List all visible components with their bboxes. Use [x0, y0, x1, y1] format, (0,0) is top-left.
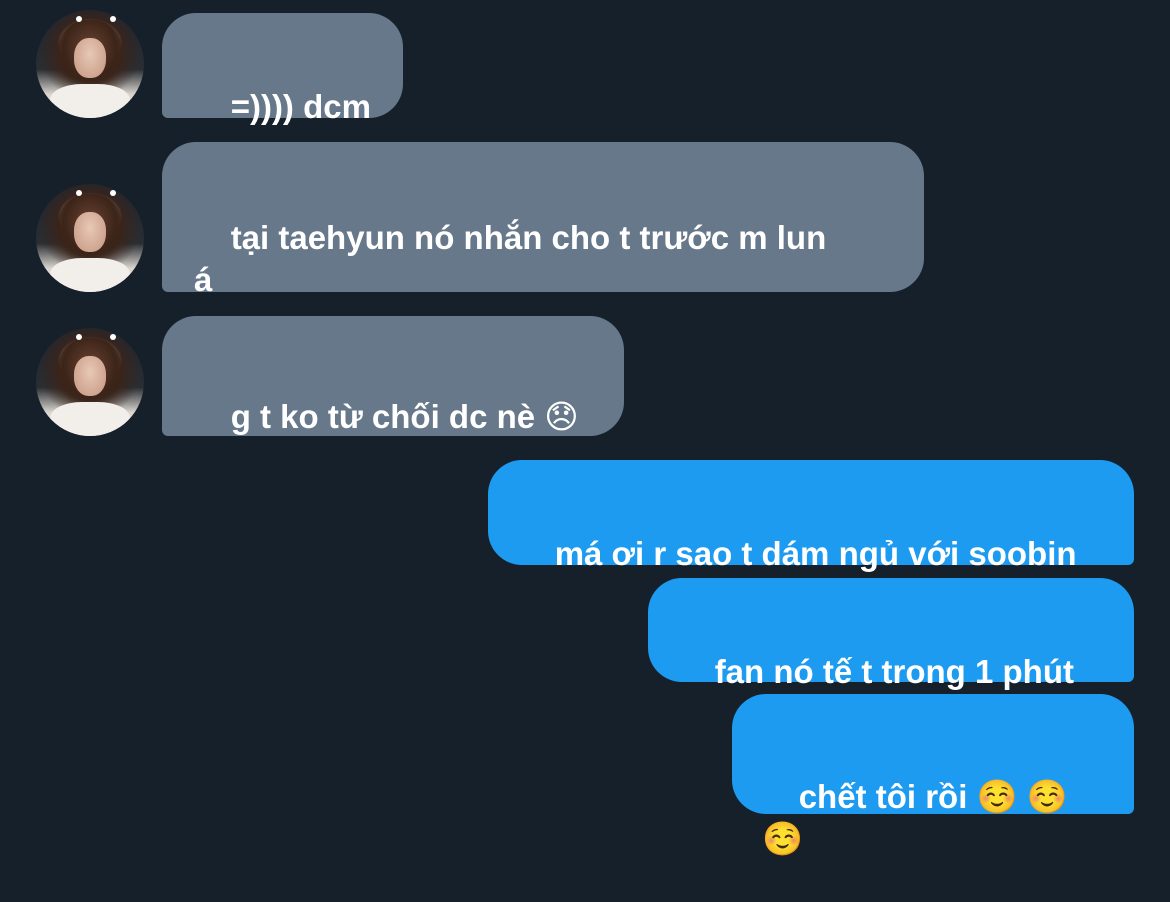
hair-clip — [110, 190, 116, 196]
avatar[interactable] — [36, 328, 144, 436]
outgoing-message-bubble[interactable]: má ơi r sao t dám ngủ với soobin — [488, 460, 1134, 572]
avatar-shirt — [50, 402, 130, 436]
outgoing-message-bubble[interactable]: chết tôi rồi ☺️ ☺️ ☺️ — [732, 694, 1134, 857]
message-text: =)))) dcm — [230, 88, 371, 125]
avatar-face — [74, 356, 106, 396]
avatar[interactable] — [36, 10, 144, 118]
avatar[interactable] — [36, 184, 144, 292]
avatar-face — [74, 38, 106, 78]
outgoing-message-bubble[interactable]: fan nó tế t trong 1 phút — [648, 578, 1134, 690]
hair-clip — [76, 190, 82, 196]
chat-thread: =)))) dcm tại taehyun nó nhắn cho t trướ… — [0, 0, 1170, 857]
avatar-face — [74, 212, 106, 252]
incoming-message-bubble[interactable]: =)))) dcm — [162, 13, 403, 125]
avatar-shirt — [50, 258, 130, 292]
hair-clip — [76, 334, 82, 340]
hair-clip — [110, 334, 116, 340]
message-text: tại taehyun nó nhắn cho t trước m lun á — [194, 219, 827, 298]
hair-clip — [76, 16, 82, 22]
incoming-message-bubble[interactable]: g t ko từ chối dc nè 😞 — [162, 316, 624, 436]
hair-clip — [110, 16, 116, 22]
incoming-message-bubble[interactable]: tại taehyun nó nhắn cho t trước m lun á — [162, 142, 924, 298]
message-text: g t ko từ chối dc nè 😞 — [230, 398, 579, 435]
message-text: má ơi r sao t dám ngủ với soobin — [554, 535, 1077, 572]
message-text: fan nó tế t trong 1 phút — [714, 653, 1074, 690]
avatar-shirt — [50, 84, 130, 118]
message-text: chết tôi rồi ☺️ ☺️ ☺️ — [762, 778, 1078, 857]
